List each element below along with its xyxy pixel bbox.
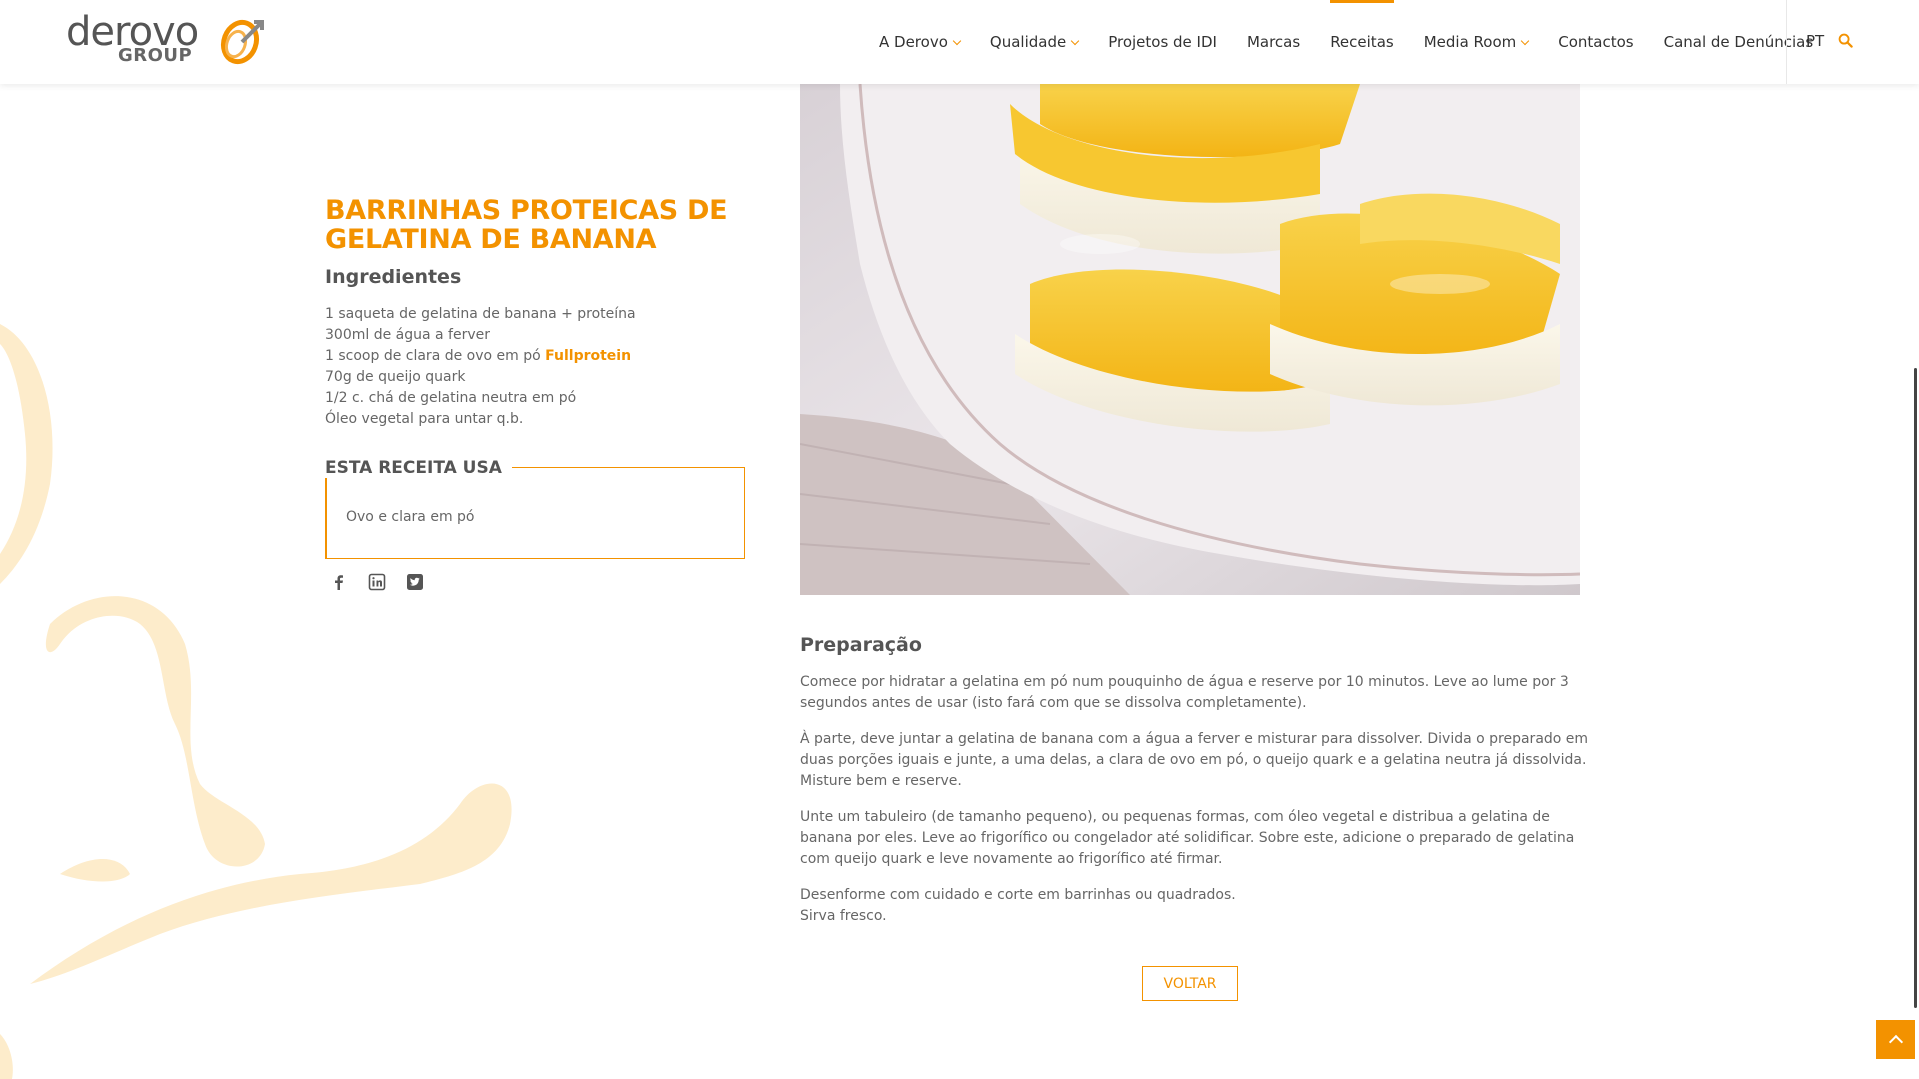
ingredient-item: 300ml de água a ferver — [325, 325, 636, 346]
recipe-title: BARRINHAS PROTEICAS DE GELATINA DE BANAN… — [325, 195, 728, 255]
scroll-to-top-button[interactable] — [1876, 1020, 1915, 1059]
twitter-icon[interactable] — [406, 573, 424, 591]
social-share — [330, 573, 424, 591]
logo-mark-icon — [220, 19, 264, 65]
ingredient-text: Óleo vegetal para untar q.b. — [325, 411, 524, 427]
nav-item-receitas[interactable]: Receitas — [1315, 0, 1409, 84]
ingredients-list: 1 saqueta de gelatina de banana + proteí… — [325, 304, 636, 430]
ingredient-text: 70g de queijo quark — [325, 369, 466, 385]
ingredients-heading: Ingredientes — [325, 266, 462, 288]
nav-item-label: Canal de Denúncias — [1663, 33, 1814, 51]
preparation-paragraph: Unte um tabuleiro (de tamanho pequeno), … — [800, 807, 1590, 870]
nav-item-canal-denuncias[interactable]: Canal de Denúncias — [1649, 0, 1829, 84]
chevron-up-icon — [1888, 1034, 1903, 1050]
recipe-photo — [800, 84, 1580, 595]
nav-item-marcas[interactable]: Marcas — [1232, 0, 1315, 84]
recipe-uses-item[interactable]: Ovo e clara em pó — [346, 509, 475, 525]
logo-group-label: GROUP — [118, 45, 193, 66]
preparation-line: Comece por hidratar a gelatina em pó num… — [800, 674, 1569, 711]
preparation-line: Unte um tabuleiro (de tamanho pequeno), … — [800, 809, 1575, 867]
preparation-paragraph: Desenforme com cuidado e corte em barrin… — [800, 885, 1590, 927]
back-button[interactable]: VOLTAR — [1142, 966, 1238, 1001]
page-scrollbar[interactable] — [1914, 368, 1917, 1008]
search-icon[interactable] — [1838, 33, 1853, 48]
nav-item-a-derovo[interactable]: A Derovo — [864, 0, 975, 84]
preparation-paragraph: À parte, deve juntar a gelatina de banan… — [800, 729, 1590, 792]
chevron-down-icon — [1070, 36, 1080, 45]
ingredient-text: 1 scoop de clara de ovo em pó — [325, 348, 546, 364]
preparation-line: Sirva fresco. — [800, 908, 887, 924]
nav-item-label: Projetos de IDI — [1108, 33, 1217, 51]
nav-divider — [1786, 0, 1787, 84]
ingredient-text: 1 saqueta de gelatina de banana + proteí… — [325, 306, 636, 322]
preparation-paragraph: Comece por hidratar a gelatina em pó num… — [800, 672, 1590, 714]
ingredient-item: 1 saqueta de gelatina de banana + proteí… — [325, 304, 636, 325]
nav-item-label: Media Room — [1423, 33, 1517, 51]
ingredient-item: 1/2 c. chá de gelatina neutra em pó — [325, 388, 636, 409]
site-header: derovo GROUP A Derovo Qualidade Projetos… — [0, 0, 1919, 84]
preparation-line: Desenforme com cuidado e corte em barrin… — [800, 887, 1236, 903]
facebook-icon[interactable] — [330, 573, 348, 591]
main-navigation: A Derovo Qualidade Projetos de IDI Marca… — [864, 0, 1828, 84]
nav-item-label: Qualidade — [989, 33, 1067, 51]
derovo-logo[interactable]: derovo GROUP — [66, 12, 264, 72]
recipe-uses-heading: ESTA RECEITA USA — [325, 458, 512, 478]
preparation-line: Misture bem e reserve. — [800, 773, 962, 789]
chevron-down-icon — [952, 36, 962, 45]
ingredient-text: 300ml de água a ferver — [325, 327, 490, 343]
nav-item-media-room[interactable]: Media Room — [1409, 0, 1544, 84]
preparation-text: Comece por hidratar a gelatina em pó num… — [800, 672, 1590, 942]
ingredient-item: 1 scoop de clara de ovo em pó Fullprotei… — [325, 346, 636, 367]
ingredient-text: 1/2 c. chá de gelatina neutra em pó — [325, 390, 577, 406]
nav-item-projetos-idi[interactable]: Projetos de IDI — [1093, 0, 1232, 84]
nav-item-qualidade[interactable]: Qualidade — [975, 0, 1093, 84]
language-selector[interactable]: PT — [1806, 32, 1824, 50]
nav-item-label: Contactos — [1558, 33, 1634, 51]
preparation-line: À parte, deve juntar a gelatina de banan… — [800, 731, 1589, 768]
ingredient-item: 70g de queijo quark — [325, 367, 636, 388]
linkedin-icon[interactable] — [368, 573, 386, 591]
nav-item-label: Receitas — [1330, 33, 1394, 51]
fullprotein-link[interactable]: Fullprotein — [545, 348, 631, 364]
preparation-heading: Preparação — [800, 634, 922, 656]
nav-item-contactos[interactable]: Contactos — [1543, 0, 1648, 84]
recipe-photo-illustration — [800, 84, 1580, 595]
nav-item-label: Marcas — [1246, 33, 1301, 51]
ingredient-item: Óleo vegetal para untar q.b. — [325, 409, 636, 430]
chevron-down-icon — [1521, 36, 1530, 45]
nav-item-label: A Derovo — [879, 33, 948, 51]
